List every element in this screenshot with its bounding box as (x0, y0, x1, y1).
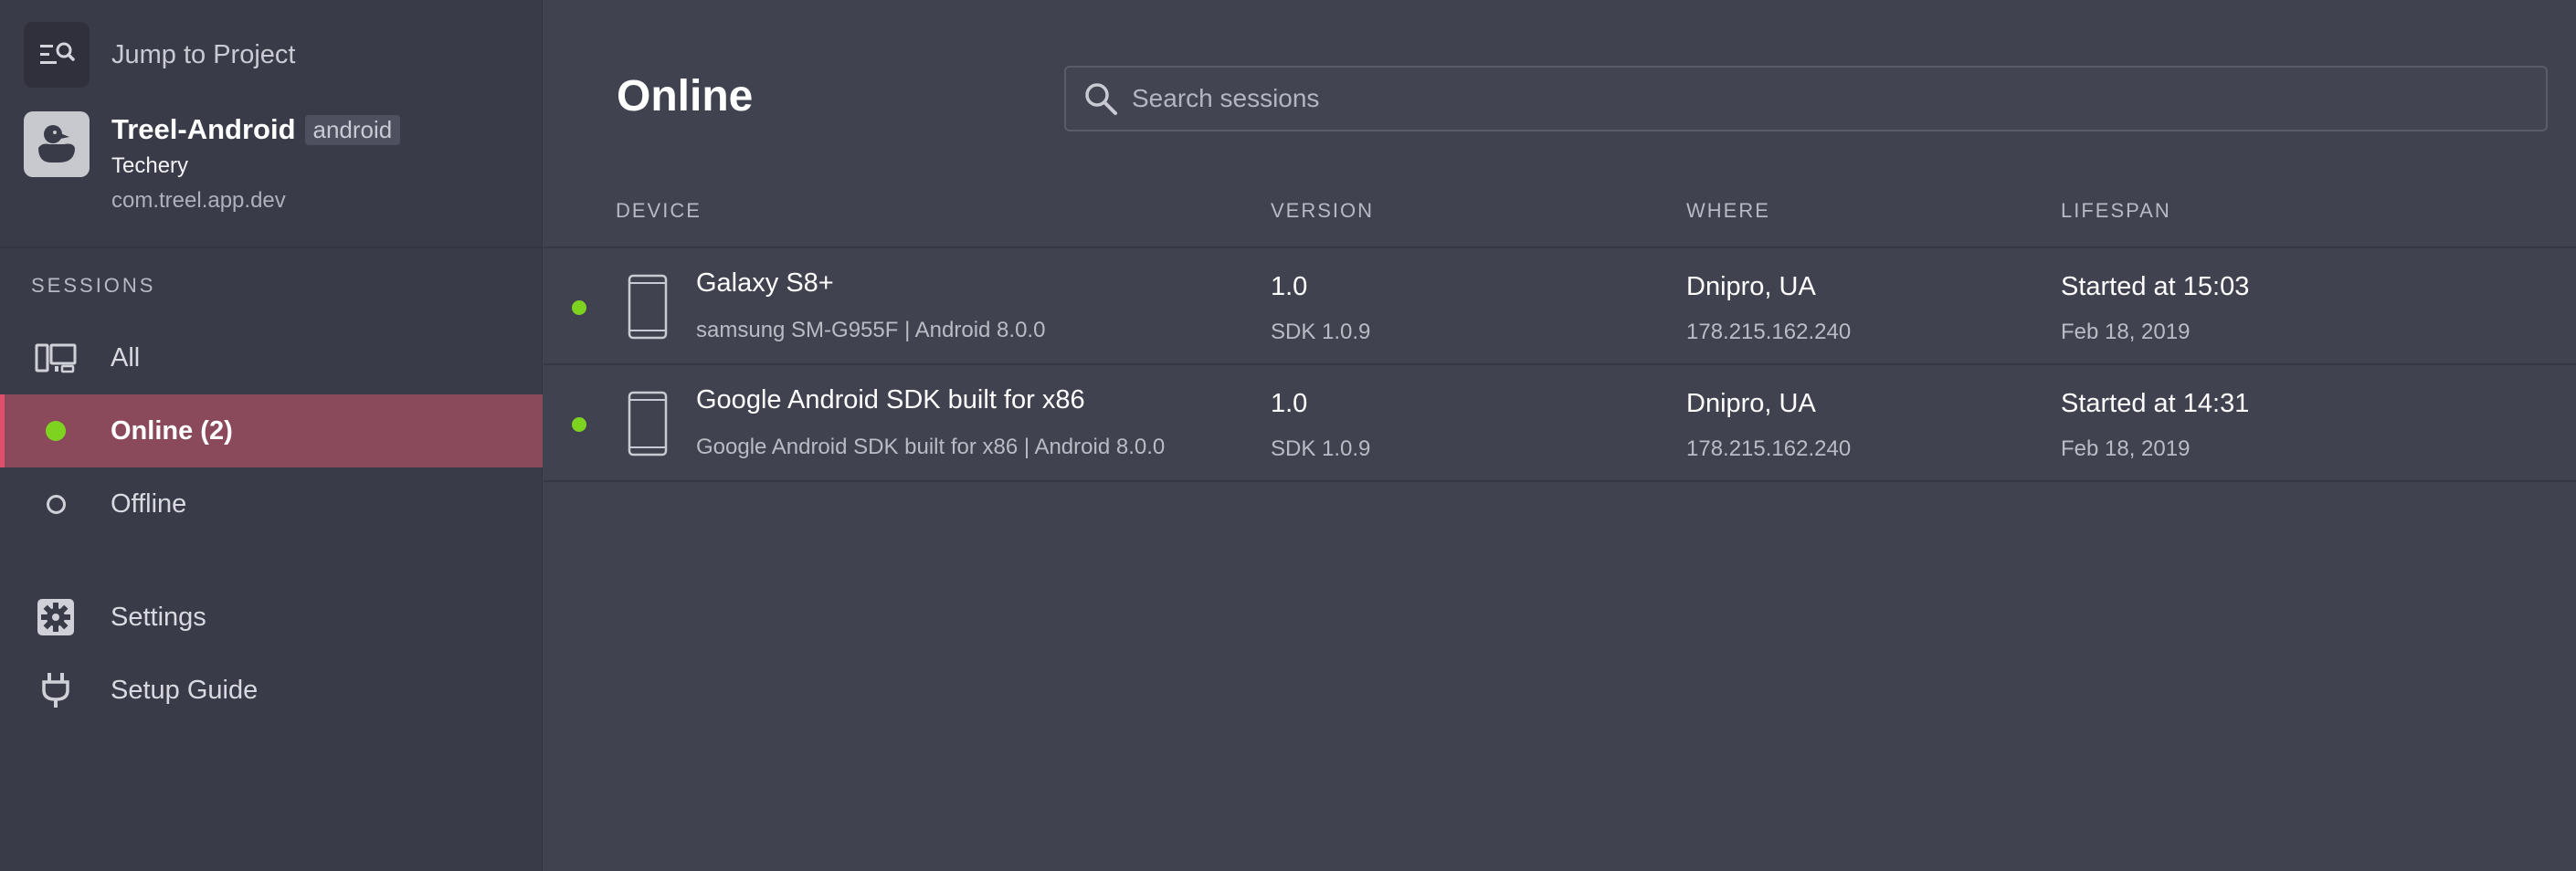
jump-to-project-label[interactable]: Jump to Project (111, 40, 295, 70)
jump-to-project-button[interactable] (24, 22, 90, 88)
online-status-dot (572, 417, 586, 432)
search-input[interactable] (1132, 71, 2546, 126)
table-bottom-border (544, 480, 2576, 482)
main-panel: Online DEVICE VERSION WHERE LIFESPAN Gal… (544, 0, 2576, 871)
sidebar-item-all[interactable]: All (0, 321, 543, 394)
duck-icon (38, 125, 75, 163)
project-avatar (24, 111, 90, 177)
sidebar: Jump to Project Treel-Android android Te… (0, 0, 543, 871)
sidebar-item-offline[interactable]: Offline (0, 467, 543, 540)
sidebar-item-label: All (111, 342, 141, 373)
sidebar-item-online[interactable]: Online (2) (0, 394, 543, 467)
app-version: 1.0 (1271, 389, 1308, 418)
started-time: Started at 15:03 (2061, 272, 2250, 301)
offline-dot-icon (46, 494, 66, 514)
phone-icon (628, 274, 668, 340)
device-name: Galaxy S8+ (696, 268, 834, 298)
project-bundle-id: com.treel.app.dev (111, 188, 286, 213)
device-detail: Google Android SDK built for x86 | Andro… (696, 435, 1166, 459)
project-name: Treel-Android (111, 113, 296, 145)
sidebar-item-label: Settings (111, 602, 206, 632)
app-version: 1.0 (1271, 272, 1308, 301)
plug-icon (42, 673, 69, 708)
ip-address: 178.215.162.240 (1686, 436, 1852, 461)
online-status-dot (572, 300, 586, 315)
project-org: Techery (111, 153, 189, 178)
sidebar-divider (0, 247, 543, 248)
sidebar-item-settings[interactable]: Settings (0, 581, 543, 654)
page-title: Online (617, 72, 754, 121)
sdk-version: SDK 1.0.9 (1271, 436, 1371, 461)
started-time: Started at 14:31 (2061, 389, 2250, 418)
column-header-where[interactable]: WHERE (1686, 199, 1770, 223)
device-name: Google Android SDK built for x86 (696, 385, 1085, 415)
device-detail: samsung SM-G955F | Android 8.0.0 (696, 318, 1046, 342)
search-icon (1085, 83, 1117, 115)
column-header-version[interactable]: VERSION (1271, 199, 1374, 223)
column-header-device[interactable]: DEVICE (616, 199, 702, 223)
sidebar-item-label: Online (2) (111, 415, 233, 446)
sessions-section-label: SESSIONS (31, 274, 156, 297)
started-date: Feb 18, 2019 (2061, 320, 2191, 344)
phone-icon (628, 391, 668, 456)
location: Dnipro, UA (1686, 389, 1816, 418)
project-header: Treel-Android android Techery com.treel.… (24, 111, 401, 214)
sidebar-item-label: Offline (111, 488, 187, 519)
column-header-lifespan[interactable]: LIFESPAN (2061, 199, 2171, 223)
sidebar-item-label: Setup Guide (111, 675, 259, 705)
online-dot-icon (46, 421, 66, 441)
session-row[interactable]: Google Android SDK built for x86 Google … (544, 363, 2576, 480)
jump-to-project[interactable]: Jump to Project (24, 22, 295, 88)
sdk-version: SDK 1.0.9 (1271, 320, 1371, 344)
location: Dnipro, UA (1686, 272, 1816, 301)
search-bar[interactable] (1064, 66, 2548, 131)
started-date: Feb 18, 2019 (2061, 436, 2191, 461)
ip-address: 178.215.162.240 (1686, 320, 1852, 344)
gear-icon (37, 599, 74, 635)
platform-badge: android (304, 114, 401, 145)
session-row[interactable]: Galaxy S8+ samsung SM-G955F | Android 8.… (544, 247, 2576, 363)
sidebar-item-setup-guide[interactable]: Setup Guide (0, 654, 543, 727)
search-list-icon (40, 42, 75, 64)
devices-icon (35, 343, 77, 373)
